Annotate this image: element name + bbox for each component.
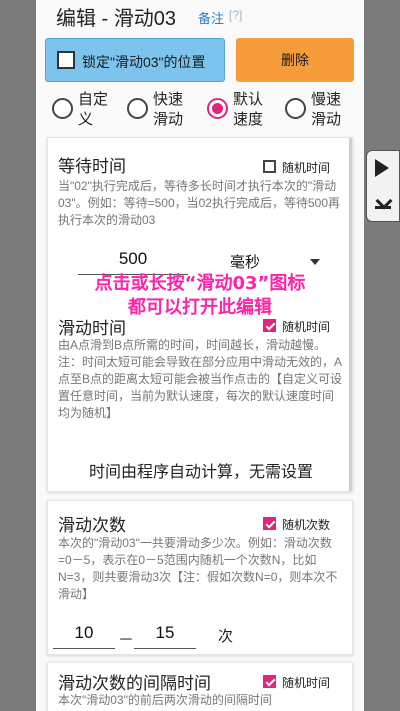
- radio-selected-icon: [207, 98, 228, 119]
- range-separator: －: [118, 632, 135, 649]
- slide-time-description: 由A点滑到B点所需的时间，时间越长，滑动越慢。注：时间太短可能会导致在部分应用中…: [58, 338, 343, 420]
- count-max-input[interactable]: 15: [134, 623, 196, 649]
- overlay-line: 点击或长按“滑动03”图标: [94, 273, 306, 294]
- radio-fast[interactable]: 快速滑动: [121, 88, 199, 132]
- settings-card-count: 滑动次数 随机次数 本次的"滑动03"一共要滑动多少次。例如：滑动次数=0－5，…: [47, 500, 353, 655]
- play-icon[interactable]: [375, 159, 389, 177]
- slide-count-description: 本次的"滑动03"一共要滑动多少次。例如：滑动次数=0－5，表示在0－5范围内随…: [58, 536, 338, 601]
- radio-label: 默认速度: [233, 91, 264, 128]
- settings-card-interval: 滑动次数的间隔时间 随机时间 本次"滑动03"的前后两次滑动的间隔时间: [47, 662, 353, 711]
- lock-position-button[interactable]: 锁定"滑动03"的位置: [45, 38, 225, 82]
- collapse-icon[interactable]: [375, 195, 391, 209]
- checkbox-checked-icon: [263, 517, 276, 530]
- radio-icon: [127, 98, 148, 119]
- checkbox-label: 随机时间: [282, 161, 331, 175]
- checkbox-checked-icon: [263, 319, 276, 332]
- count-unit: 次: [218, 628, 234, 645]
- checkbox-label: 随机时间: [282, 320, 331, 334]
- delete-button[interactable]: 删除: [236, 38, 354, 82]
- slide-count-title: 滑动次数: [58, 516, 126, 535]
- lock-position-label: 锁定"滑动03"的位置: [82, 54, 206, 70]
- radio-default[interactable]: 默认速度: [201, 88, 279, 132]
- lock-checkbox-icon: [57, 51, 75, 69]
- background-left: [0, 0, 36, 711]
- note-link[interactable]: 备注: [198, 8, 224, 27]
- overlay-hint: 点击或长按“滑动03”图标 都可以打开此编辑: [0, 272, 400, 320]
- speed-radio-group: 自定义 快速滑动 默认速度 慢速滑动: [36, 88, 364, 132]
- dialog-title: 编辑 - 滑动03: [56, 8, 177, 30]
- interval-title: 滑动次数的间隔时间: [58, 674, 211, 693]
- dropdown-arrow-icon: [310, 259, 320, 265]
- radio-label: 慢速滑动: [311, 91, 342, 128]
- radio-slow[interactable]: 慢速滑动: [279, 88, 357, 132]
- wait-time-title: 等待时间: [58, 157, 126, 176]
- radio-icon: [285, 98, 306, 119]
- radio-label: 自定义: [78, 91, 109, 128]
- floating-control-panel[interactable]: [366, 150, 400, 222]
- checkbox-icon: [263, 160, 276, 173]
- wait-time-description: 当"02"执行完成后，等待多长时间才执行本次的"滑动03"。例如：等待=500，…: [58, 179, 341, 227]
- radio-icon: [52, 98, 73, 119]
- count-min-input[interactable]: 10: [53, 623, 115, 649]
- help-link[interactable]: [?]: [229, 8, 242, 22]
- checkbox-label: 随机时间: [282, 676, 331, 690]
- interval-description: 本次"滑动03"的前后两次滑动的间隔时间: [58, 693, 272, 707]
- checkbox-label: 随机次数: [282, 518, 331, 532]
- radio-custom[interactable]: 自定义: [46, 88, 124, 132]
- auto-calc-note: 时间由程序自动计算，无需设置: [88, 464, 313, 481]
- overlay-line: 都可以打开此编辑: [128, 297, 272, 318]
- background-right: [364, 0, 400, 711]
- unit-value: 毫秒: [230, 254, 261, 271]
- checkbox-checked-icon: [263, 675, 276, 688]
- edit-dialog: 编辑 - 滑动03 备注 [?] 锁定"滑动03"的位置 删除 自定义 快速滑动…: [36, 0, 364, 711]
- radio-label: 快速滑动: [153, 91, 184, 128]
